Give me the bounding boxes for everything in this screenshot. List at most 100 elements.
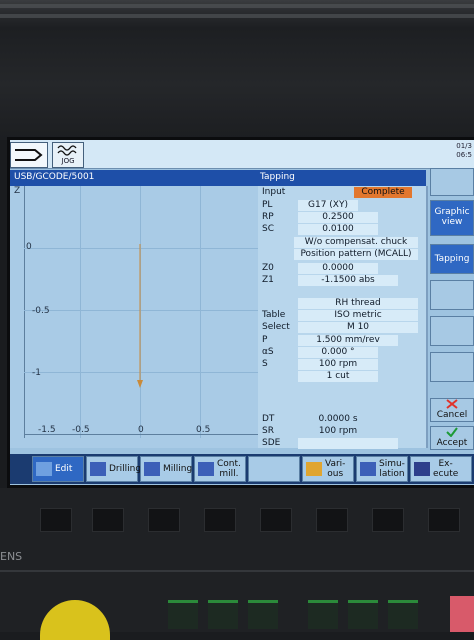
machine-key[interactable] — [92, 508, 124, 532]
accept-softkey[interactable]: Accept — [430, 426, 474, 450]
scrollbar[interactable] — [426, 186, 428, 448]
execute-line1: Ex- — [438, 459, 453, 469]
execute-softkey[interactable]: Ex- ecute — [410, 456, 472, 482]
simulation-icon — [360, 462, 376, 476]
various-icon — [306, 462, 322, 476]
param-label: αS — [262, 347, 274, 357]
milling-label: Milling — [163, 464, 193, 474]
param-label: Z0 — [262, 263, 274, 273]
param-row-table: Table ISO metric — [258, 310, 426, 321]
param-value-speed[interactable]: 100 rpm — [298, 359, 378, 370]
contour-milling-label: Cont. mill. — [217, 459, 241, 479]
param-value-dwell[interactable]: 0.0000 s — [298, 414, 378, 425]
param-value-chuck[interactable]: W/o compensat. chuck — [294, 237, 418, 248]
machine-key-red[interactable] — [450, 596, 474, 632]
jog-mode-indicator: JOG — [52, 142, 84, 168]
top-status-bar: JOG 01/3 06:5 — [10, 140, 474, 169]
param-row-input: Input Complete — [258, 187, 426, 198]
softkey-blank[interactable] — [248, 456, 300, 482]
various-line2: ous — [327, 469, 344, 479]
param-row-sc: SC 0.0100 — [258, 224, 426, 235]
y-tick-label: -0.5 — [32, 306, 50, 316]
milling-softkey[interactable]: Milling — [140, 456, 192, 482]
edit-label: Edit — [55, 464, 73, 474]
param-value-cut-mode[interactable]: 1 cut — [298, 371, 378, 382]
param-row-z0: Z0 0.0000 — [258, 263, 426, 274]
param-value-retract-speed[interactable]: 100 rpm — [298, 426, 378, 437]
drilling-icon — [90, 462, 106, 476]
execute-label: Ex- ecute — [433, 459, 458, 479]
channel-mode-button[interactable] — [10, 142, 48, 168]
param-row-dt: DT 0.0000 s — [258, 414, 426, 425]
cycle-graphic: Z 0 -0.5 -1 -1.5 -0.5 0 0.5 — [10, 186, 258, 448]
param-label: Z1 — [262, 275, 274, 285]
param-value-sc[interactable]: 0.0100 — [298, 224, 378, 235]
graphic-view-softkey[interactable]: Graphic view — [430, 200, 474, 236]
machine-key[interactable] — [204, 508, 236, 532]
drilling-label: Drilling — [109, 464, 142, 474]
param-value-z0[interactable]: 0.0000 — [298, 263, 378, 274]
y-tick-label: -1 — [32, 368, 41, 378]
softkey-blank[interactable] — [430, 352, 474, 382]
softkey-blank[interactable] — [430, 316, 474, 346]
accept-check-icon — [446, 427, 458, 438]
simulation-line1: Simu- — [379, 459, 405, 469]
various-softkey[interactable]: Vari- ous — [302, 456, 354, 482]
machine-key[interactable] — [260, 508, 292, 532]
accept-label: Accept — [436, 438, 468, 448]
drilling-softkey[interactable]: Drilling — [86, 456, 142, 482]
datetime: 01/3 06:5 — [456, 142, 472, 160]
param-value-thread-direction[interactable]: RH thread — [298, 298, 418, 309]
machine-key[interactable] — [316, 508, 348, 532]
cancel-x-icon — [446, 399, 458, 409]
machine-key[interactable] — [40, 508, 72, 532]
machine-key-green[interactable] — [248, 600, 278, 629]
machine-key[interactable] — [148, 508, 180, 532]
param-row-select: Select M 10 — [258, 322, 426, 333]
param-row-sde: SDE — [258, 438, 426, 449]
param-label: Table — [262, 310, 286, 320]
machine-key-green[interactable] — [168, 600, 198, 629]
z-axis-line — [24, 186, 25, 438]
param-value-pitch[interactable]: 1.500 mm/rev — [298, 335, 398, 346]
cnc-screen: JOG 01/3 06:5 USB/GCODE/5001 Tapping Z 0… — [10, 140, 474, 485]
param-label: Input — [262, 187, 286, 197]
machine-key-green[interactable] — [388, 600, 418, 629]
param-row-chuck: W/o compensat. chuck — [258, 237, 426, 248]
date-text: 01/3 — [456, 142, 472, 150]
param-value-rp[interactable]: 0.2500 — [298, 212, 378, 223]
param-value-select[interactable]: M 10 — [298, 322, 418, 333]
contour-milling-softkey[interactable]: Cont. mill. — [194, 456, 246, 482]
machine-key[interactable] — [428, 508, 460, 532]
machine-key-green[interactable] — [348, 600, 378, 629]
param-value-position-pattern[interactable]: Position pattern (MCALL) — [294, 249, 418, 260]
graphic-view-label: Graphic view — [434, 207, 470, 227]
tapping-softkey[interactable]: Tapping — [430, 244, 474, 274]
param-value-sde[interactable] — [298, 438, 398, 449]
param-row-thread: RH thread — [258, 298, 426, 309]
machine-key-green[interactable] — [208, 600, 238, 629]
emergency-stop-ring[interactable] — [40, 600, 110, 640]
grid-line — [200, 186, 201, 438]
softkey-blank[interactable] — [430, 280, 474, 310]
machine-key-green[interactable] — [308, 600, 338, 629]
panel-divider — [0, 570, 474, 572]
param-value-table[interactable]: ISO metric — [298, 310, 418, 321]
param-label: RP — [262, 212, 274, 222]
simulation-line2: lation — [379, 469, 405, 479]
simulation-label: Simu- lation — [379, 459, 405, 479]
param-value-pl[interactable]: G17 (XY) — [298, 200, 358, 211]
softkey-blank[interactable] — [430, 168, 474, 196]
param-label: S — [262, 359, 268, 369]
nc-execute-icon — [414, 462, 430, 476]
param-value-z1[interactable]: -1.1500 abs — [298, 275, 398, 286]
simulation-softkey[interactable]: Simu- lation — [356, 456, 408, 482]
param-row-speed: S 100 rpm — [258, 359, 426, 370]
param-label: SDE — [262, 438, 281, 448]
input-mode-select[interactable]: Complete — [354, 187, 412, 198]
param-label: SC — [262, 224, 274, 234]
cancel-softkey[interactable]: Cancel — [430, 398, 474, 422]
machine-key[interactable] — [372, 508, 404, 532]
edit-softkey[interactable]: Edit — [32, 456, 84, 482]
param-value-start-angle[interactable]: 0.000 ° — [298, 347, 378, 358]
